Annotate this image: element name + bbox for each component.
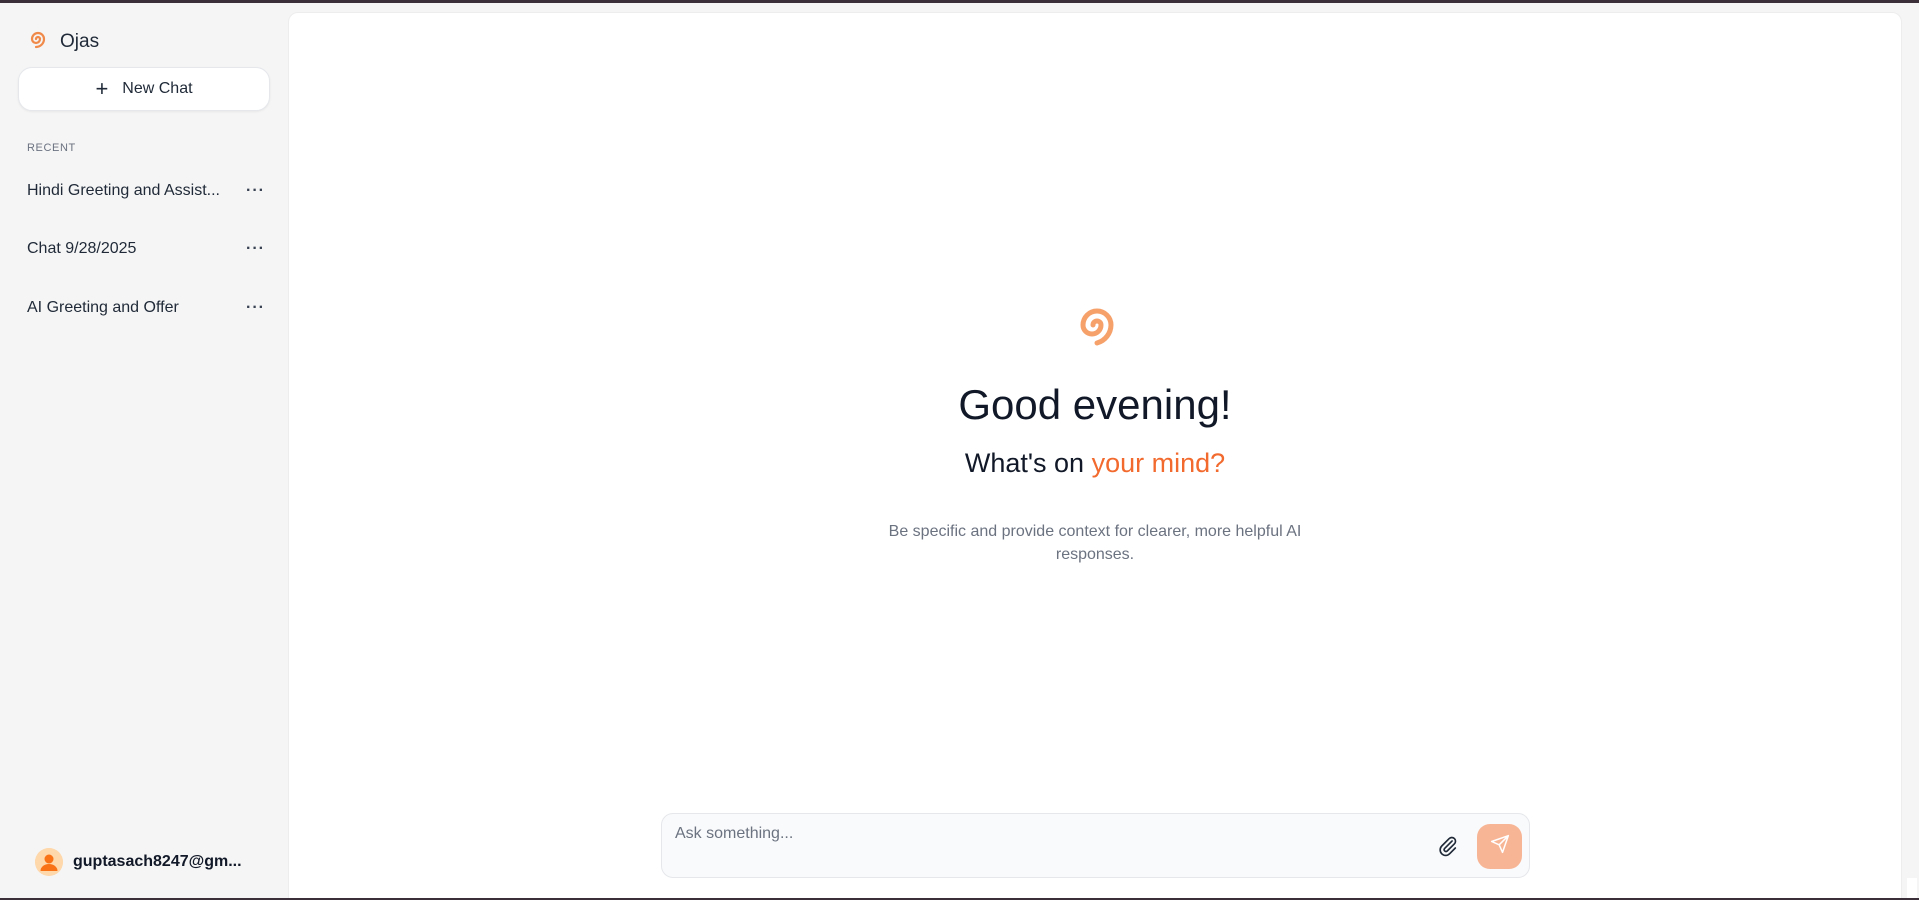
spiral-logo-icon bbox=[1068, 296, 1126, 359]
subgreeting-prefix: What's on bbox=[964, 448, 1092, 478]
scrollbar-corner bbox=[1907, 878, 1917, 898]
chat-item-ai-greeting[interactable]: AI Greeting and Offer ··· bbox=[27, 294, 267, 322]
plus-icon: + bbox=[95, 76, 109, 101]
window-top-strip bbox=[0, 0, 1919, 3]
subgreeting-accent: your mind? bbox=[1091, 448, 1226, 478]
app-name: Ojas bbox=[60, 30, 100, 52]
chat-item-label: Chat 9/28/2025 bbox=[27, 240, 137, 257]
paperclip-icon[interactable] bbox=[1437, 835, 1459, 862]
greeting-heading: Good evening! bbox=[958, 381, 1232, 428]
new-chat-label: New Chat bbox=[122, 80, 193, 97]
recent-section-label: RECENT bbox=[27, 142, 76, 154]
message-input[interactable] bbox=[675, 821, 1375, 847]
send-icon bbox=[1490, 834, 1510, 859]
more-options-icon[interactable]: ··· bbox=[246, 299, 267, 317]
more-options-icon[interactable]: ··· bbox=[246, 182, 267, 200]
chat-item-label: Hindi Greeting and Assist... bbox=[27, 182, 220, 199]
new-chat-button[interactable]: + New Chat bbox=[18, 67, 270, 111]
chat-item-label: AI Greeting and Offer bbox=[27, 299, 179, 316]
prompt-hint: Be specific and provide context for clea… bbox=[888, 523, 1302, 563]
chat-item-hindi-greeting[interactable]: Hindi Greeting and Assist... ··· bbox=[27, 177, 267, 205]
avatar bbox=[35, 848, 63, 876]
brand[interactable]: Ojas bbox=[26, 27, 99, 56]
more-options-icon[interactable]: ··· bbox=[246, 240, 267, 258]
message-composer bbox=[661, 813, 1530, 878]
subgreeting: What's on your mind? bbox=[288, 448, 1902, 479]
sidebar: Ojas + New Chat RECENT Hindi Greeting an… bbox=[0, 3, 286, 898]
user-profile[interactable]: guptasach8247@gm... bbox=[35, 848, 242, 876]
send-button[interactable] bbox=[1477, 824, 1522, 869]
user-email: guptasach8247@gm... bbox=[73, 853, 242, 870]
spiral-logo-icon bbox=[26, 27, 50, 56]
chat-item-chat-9-28-2025[interactable]: Chat 9/28/2025 ··· bbox=[27, 235, 267, 263]
